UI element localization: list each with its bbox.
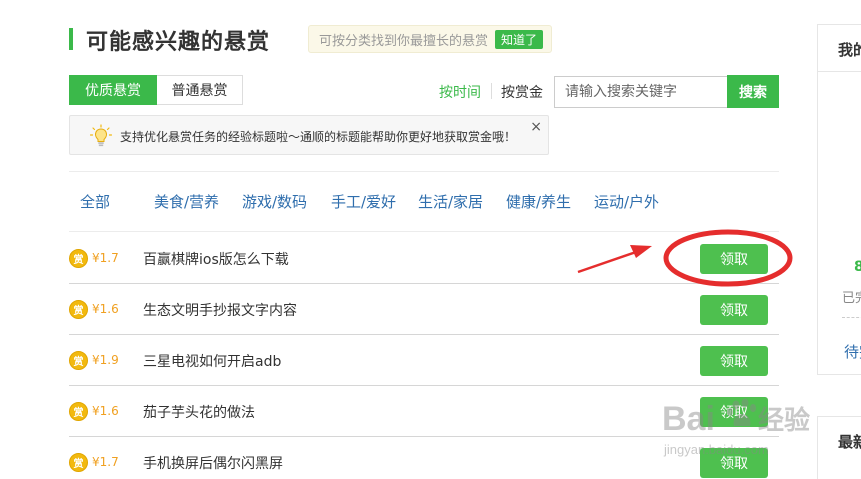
- claim-button[interactable]: 领取: [700, 295, 768, 325]
- reward-amount: ¥1.9: [92, 353, 119, 367]
- my-bounty-panel: 我的 8 已完 待完: [817, 24, 861, 375]
- category-home[interactable]: 生活/家居: [418, 191, 483, 212]
- claim-button[interactable]: 领取: [700, 346, 768, 376]
- reward-coin-icon: 赏: [69, 351, 88, 370]
- reward-coin-icon: 赏: [69, 249, 88, 268]
- title-accent-bar: [69, 28, 73, 50]
- my-bounty-title: 我的: [838, 41, 861, 59]
- tab-premium-bounty[interactable]: 优质悬赏: [69, 75, 157, 105]
- category-all[interactable]: 全部: [80, 191, 110, 212]
- sort-by-time[interactable]: 按时间: [439, 82, 481, 102]
- panel-divider: [842, 317, 861, 318]
- category-health[interactable]: 健康/养生: [506, 191, 571, 212]
- category-crafts[interactable]: 手工/爱好: [331, 191, 396, 212]
- category-sports[interactable]: 运动/户外: [594, 191, 659, 212]
- claim-button[interactable]: 领取: [700, 244, 768, 274]
- category-divider-top: [69, 171, 779, 172]
- close-icon[interactable]: ×: [530, 120, 542, 134]
- category-games[interactable]: 游戏/数码: [242, 191, 307, 212]
- latest-panel-title: 最新: [838, 433, 861, 451]
- category-tip-text: 可按分类找到你最擅长的悬赏: [319, 33, 489, 49]
- claim-button[interactable]: 领取: [700, 448, 768, 478]
- claim-button[interactable]: 领取: [700, 397, 768, 427]
- sort-divider: [491, 83, 492, 99]
- tab-normal-bounty[interactable]: 普通悬赏: [157, 75, 243, 105]
- category-divider-bottom: [69, 231, 779, 232]
- bounty-row: 赏 ¥1.6 茄子芋头花的做法 领取: [69, 386, 779, 437]
- latest-panel: 最新: [817, 416, 861, 479]
- my-bounty-header: 我的: [818, 25, 861, 72]
- my-bounty-count: 8: [854, 259, 861, 275]
- bounty-title[interactable]: 生态文明手抄报文字内容: [143, 300, 297, 320]
- got-it-button[interactable]: 知道了: [495, 29, 544, 49]
- category-tip: 可按分类找到你最擅长的悬赏 知道了: [308, 25, 553, 53]
- bounty-row: 赏 ¥1.6 生态文明手抄报文字内容 领取: [69, 284, 779, 335]
- bounty-title[interactable]: 三星电视如何开启adb: [143, 351, 281, 371]
- bounty-title[interactable]: 百赢棋牌ios版怎么下载: [143, 249, 289, 269]
- lightbulb-icon: [90, 124, 112, 147]
- bounty-tabs: 优质悬赏 普通悬赏: [69, 75, 243, 105]
- reward-amount: ¥1.7: [92, 455, 119, 469]
- reward-amount: ¥1.7: [92, 251, 119, 265]
- reward-coin-icon: 赏: [69, 300, 88, 319]
- category-food[interactable]: 美食/营养: [154, 191, 219, 212]
- reward-coin-icon: 赏: [69, 402, 88, 421]
- pending-link[interactable]: 待完: [844, 341, 861, 362]
- my-bounty-status: 已完: [842, 291, 861, 306]
- bounty-row: 赏 ¥1.7 百赢棋牌ios版怎么下载 领取: [69, 233, 779, 284]
- search-button[interactable]: 搜索: [727, 75, 779, 108]
- bounty-title[interactable]: 茄子芋头花的做法: [143, 402, 255, 422]
- bounty-row: 赏 ¥1.7 手机换屏后偶尔闪黑屏 领取: [69, 437, 779, 479]
- sort-by-reward[interactable]: 按赏金: [501, 82, 543, 102]
- search-input[interactable]: [554, 76, 728, 108]
- reward-amount: ¥1.6: [92, 302, 119, 316]
- bounty-title[interactable]: 手机换屏后偶尔闪黑屏: [143, 453, 283, 473]
- category-filter: 全部 美食/营养 游戏/数码 手工/爱好 生活/家居 健康/养生 运动/户外: [0, 191, 861, 213]
- notice-banner: 支持优化悬赏任务的经验标题啦～通顺的标题能帮助你更好地获取赏金哦！ ×: [69, 115, 549, 155]
- bounty-row: 赏 ¥1.9 三星电视如何开启adb 领取: [69, 335, 779, 386]
- reward-amount: ¥1.6: [92, 404, 119, 418]
- reward-coin-icon: 赏: [69, 453, 88, 472]
- notice-text: 支持优化悬赏任务的经验标题啦～通顺的标题能帮助你更好地获取赏金哦！: [120, 130, 517, 144]
- page-title: 可能感兴趣的悬赏: [86, 30, 271, 55]
